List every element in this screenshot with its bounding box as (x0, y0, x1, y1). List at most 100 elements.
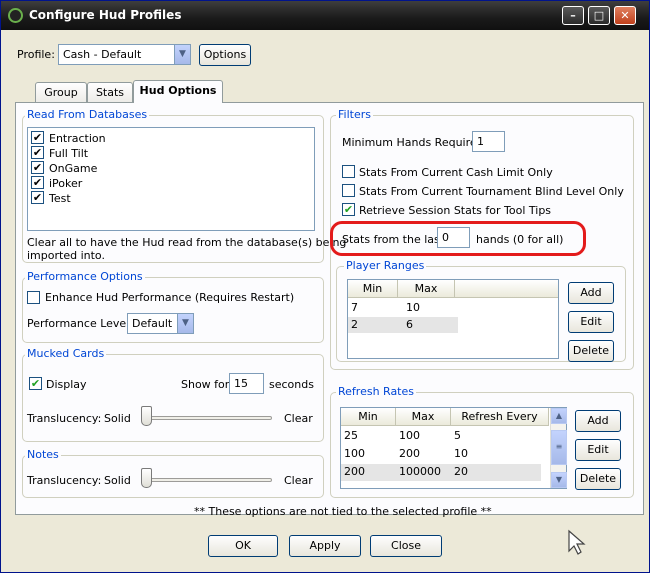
apply-button[interactable]: Apply (289, 535, 361, 557)
refresh-rates-table[interactable]: Min Max Refresh Every 25 100 5 100 200 10 200 1… (340, 407, 567, 489)
database-checkbox[interactable]: ✔ (31, 161, 44, 174)
close-window-button[interactable]: ✕ (614, 6, 636, 25)
notes-solid-label: Solid (104, 474, 131, 487)
table-cell[interactable]: 6 (406, 317, 413, 333)
stats-last-suffix: hands (0 for all) (476, 233, 564, 246)
scroll-up-icon[interactable]: ▲ (551, 408, 567, 424)
filter-option-checkbox[interactable] (342, 165, 355, 178)
mucked-translucency-slider[interactable] (141, 406, 152, 426)
table-cell[interactable]: 20 (454, 464, 468, 480)
notes-translucency-label: Translucency: (27, 474, 102, 487)
tab-stats[interactable]: Stats (87, 82, 133, 103)
selected-row-highlight (348, 317, 458, 333)
enhance-performance-checkbox[interactable] (27, 291, 40, 304)
table-cell[interactable]: 100000 (399, 464, 441, 480)
filter-option-label: Retrieve Session Stats for Tool Tips (359, 204, 552, 217)
filter-option-label: Stats From Current Cash Limit Only (359, 166, 553, 179)
player-ranges-add-button[interactable]: Add (568, 282, 614, 304)
window-title: Configure Hud Profiles (29, 8, 182, 22)
mucked-cards-title: Mucked Cards (25, 347, 107, 360)
chevron-down-icon[interactable]: ▼ (177, 314, 193, 333)
filter-option-label: Stats From Current Tournament Blind Leve… (359, 185, 624, 198)
table-cell[interactable]: 10 (406, 300, 420, 316)
profile-options-button[interactable]: Options (199, 44, 251, 66)
column-header[interactable]: Min (348, 280, 398, 298)
show-for-label: Show for (181, 378, 230, 391)
read-from-databases-title: Read From Databases (25, 108, 150, 121)
refresh-rates-delete-button[interactable]: Delete (575, 468, 621, 490)
notes-clear-label: Clear (284, 474, 313, 487)
player-ranges-edit-button[interactable]: Edit (568, 311, 614, 333)
table-cell[interactable]: 7 (351, 300, 358, 316)
table-cell[interactable]: 2 (351, 317, 358, 333)
refresh-rates-edit-button[interactable]: Edit (575, 439, 621, 461)
performance-level-label: Performance Level: (27, 317, 133, 330)
profile-note: ** These options are not tied to the sel… (194, 505, 492, 518)
filter-option-checkbox[interactable]: ✔ (342, 203, 355, 216)
performance-level-select[interactable]: Default ▼ (127, 313, 194, 334)
column-header[interactable]: Refresh Every (451, 408, 549, 426)
player-ranges-table[interactable]: Min Max 7 10 2 6 (347, 279, 559, 359)
notes-title: Notes (25, 448, 61, 461)
profile-select[interactable]: Cash - Default ▼ (58, 44, 191, 65)
ok-button[interactable]: OK (208, 535, 278, 557)
table-cell[interactable]: 5 (454, 428, 461, 444)
refresh-rates-add-button[interactable]: Add (575, 410, 621, 432)
column-header[interactable]: Min (341, 408, 396, 426)
refresh-rates-title: Refresh Rates (336, 385, 416, 398)
table-cell[interactable]: 25 (344, 428, 358, 444)
title-bar[interactable]: Configure Hud Profiles – □ ✕ (1, 1, 649, 30)
tab-group[interactable]: Group (35, 82, 87, 103)
min-hands-input[interactable]: 1 (472, 131, 505, 152)
enhance-performance-label: Enhance Hud Performance (Requires Restar… (45, 291, 295, 304)
profile-select-value: Cash - Default (63, 48, 142, 61)
filter-option-checkbox[interactable] (342, 184, 355, 197)
table-cell[interactable]: 200 (399, 446, 420, 462)
stats-last-hands-input[interactable]: 0 (437, 227, 470, 248)
maximize-button[interactable]: □ (588, 6, 610, 25)
scroll-thumb[interactable]: ≡ (551, 430, 567, 465)
database-label: iPoker (49, 177, 83, 190)
database-label: OnGame (49, 162, 98, 175)
column-header[interactable]: Max (396, 408, 451, 426)
databases-note-line2: imported into. (27, 249, 105, 262)
refresh-rates-scrollbar[interactable]: ▲ ≡ ▼ (550, 408, 567, 488)
performance-level-value: Default (132, 317, 173, 330)
table-cell[interactable]: 100 (344, 446, 365, 462)
mucked-display-checkbox[interactable]: ✔ (29, 377, 42, 390)
mucked-cards-group (22, 354, 324, 442)
database-checkbox[interactable]: ✔ (31, 191, 44, 204)
database-label: Entraction (49, 132, 106, 145)
minimize-button[interactable]: – (562, 6, 584, 25)
mucked-translucency-label: Translucency: (27, 412, 102, 425)
min-hands-label: Minimum Hands Required: (342, 136, 488, 149)
player-ranges-delete-button[interactable]: Delete (568, 340, 614, 362)
tab-hud-options[interactable]: Hud Options (133, 80, 223, 103)
refresh-rates-header: Min Max Refresh Every (341, 408, 549, 426)
mucked-display-label: Display (46, 378, 87, 391)
mucked-translucency-track[interactable] (141, 416, 272, 420)
cursor-icon (568, 529, 586, 555)
scroll-down-icon[interactable]: ▼ (551, 472, 567, 488)
column-header[interactable]: Max (398, 280, 455, 298)
seconds-label: seconds (269, 378, 314, 391)
notes-translucency-track[interactable] (141, 478, 272, 482)
notes-translucency-slider[interactable] (141, 468, 152, 488)
mucked-clear-label: Clear (284, 412, 313, 425)
show-for-seconds-input[interactable]: 15 (229, 373, 264, 394)
database-checkbox[interactable]: ✔ (31, 131, 44, 144)
databases-list[interactable]: ✔ Entraction ✔ Full Tilt ✔ OnGame ✔ iPoker ✔ Test (27, 127, 315, 231)
player-ranges-title: Player Ranges (344, 259, 427, 272)
app-icon (8, 8, 23, 23)
hud-options-panel: Read From Databases ✔ Entraction ✔ Full Til… (15, 102, 644, 518)
table-cell[interactable]: 100 (399, 428, 420, 444)
chevron-down-icon[interactable]: ▼ (174, 45, 190, 64)
close-button[interactable]: Close (370, 535, 442, 557)
database-checkbox[interactable]: ✔ (31, 176, 44, 189)
table-cell[interactable]: 10 (454, 446, 468, 462)
selected-row-highlight (341, 464, 541, 481)
database-checkbox[interactable]: ✔ (31, 146, 44, 159)
table-cell[interactable]: 200 (344, 464, 365, 480)
profile-label: Profile: (17, 48, 55, 61)
player-ranges-header: Min Max (348, 280, 558, 298)
